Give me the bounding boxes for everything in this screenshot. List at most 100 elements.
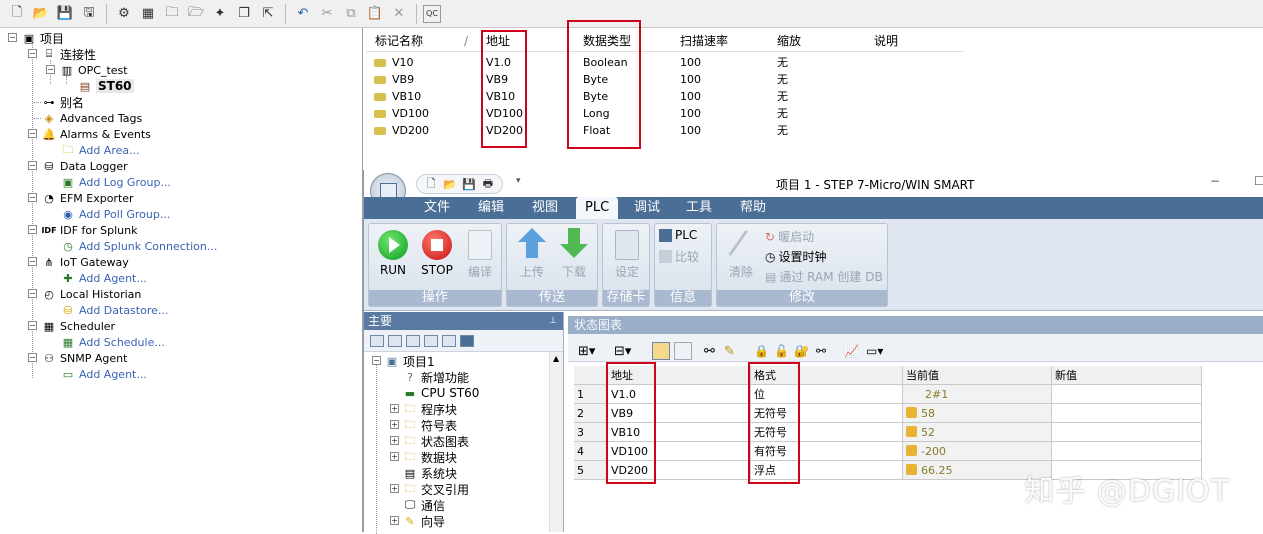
- tree-item-add-datastore[interactable]: ⛁ Add Datastore...: [60, 302, 168, 318]
- lock-icon[interactable]: 🔒: [754, 344, 769, 358]
- delete-row-icon[interactable]: ⊟▾: [614, 344, 631, 359]
- table-row[interactable]: VB10 VB10 Byte 100 无: [374, 88, 964, 105]
- open-icon[interactable]: 📂: [30, 3, 52, 25]
- expand-toggle[interactable]: +: [390, 420, 399, 429]
- expand-toggle[interactable]: −: [372, 356, 381, 365]
- delete-icon[interactable]: ✕: [388, 3, 410, 25]
- minimize-icon[interactable]: −: [1210, 174, 1220, 188]
- tree-item-iot-gateway[interactable]: ⋔ IoT Gateway: [41, 254, 128, 270]
- view-icon[interactable]: [406, 334, 420, 347]
- tree-item-add-agent-iot[interactable]: ✚ Add Agent...: [60, 270, 146, 286]
- undo-icon[interactable]: ↶: [292, 3, 314, 25]
- nav-item-data-block[interactable]: 🗀 数据块: [402, 449, 458, 465]
- scroll-up-icon[interactable]: ▲: [553, 354, 559, 363]
- tab-debug[interactable]: 调试: [634, 197, 660, 219]
- new-value-cell[interactable]: [1052, 385, 1202, 404]
- cut-icon[interactable]: ✂: [316, 3, 338, 25]
- column-header-new-value[interactable]: 新值: [1052, 366, 1202, 385]
- nav-item-communication[interactable]: 🖵 通信: [402, 497, 445, 513]
- table-row[interactable]: VD100 VD100 Long 100 无: [374, 105, 964, 122]
- expand-toggle[interactable]: +: [390, 404, 399, 413]
- expand-toggle[interactable]: −: [28, 289, 37, 298]
- tab-plc[interactable]: PLC: [576, 197, 619, 219]
- expand-toggle[interactable]: −: [28, 321, 37, 330]
- pause-monitor-icon[interactable]: [674, 342, 692, 360]
- column-header-current-value[interactable]: 当前值: [903, 366, 1052, 385]
- expand-toggle[interactable]: −: [28, 193, 37, 202]
- save-icon[interactable]: 💾: [461, 176, 477, 192]
- table-row[interactable]: VB9 VB9 Byte 100 无: [374, 71, 964, 88]
- column-header-description[interactable]: 说明: [874, 30, 898, 52]
- tab-help[interactable]: 帮助: [740, 197, 766, 219]
- compile-button[interactable]: 编译: [461, 230, 499, 280]
- tree-item-add-splunk[interactable]: ◷ Add Splunk Connection...: [60, 238, 217, 254]
- view-icon[interactable]: [442, 334, 456, 347]
- quick-client-icon[interactable]: QC: [423, 4, 441, 23]
- scrollbar[interactable]: ▲: [549, 352, 563, 532]
- print-icon[interactable]: 🖶: [480, 176, 496, 192]
- run-button[interactable]: RUN: [375, 230, 411, 277]
- expand-toggle[interactable]: +: [390, 436, 399, 445]
- maximize-icon[interactable]: ☐: [1254, 174, 1263, 188]
- expand-toggle[interactable]: −: [28, 49, 37, 58]
- tab-edit[interactable]: 编辑: [478, 197, 504, 219]
- create-db-button[interactable]: ▤ 通过 RAM 创建 DB: [765, 268, 883, 285]
- tree-item-add-log-group[interactable]: ▣ Add Log Group...: [60, 174, 171, 190]
- nav-item-cross-reference[interactable]: 🗀 交叉引用: [402, 481, 470, 497]
- column-header-tag-name[interactable]: 标记名称: [375, 30, 423, 52]
- save-as-icon[interactable]: 🖫: [78, 3, 100, 25]
- new-value-cell[interactable]: [1052, 442, 1202, 461]
- stop-button[interactable]: STOP: [417, 230, 457, 277]
- nav-item-whats-new[interactable]: ? 新增功能: [402, 369, 469, 385]
- tree-item-add-agent-snmp[interactable]: ▭ Add Agent...: [60, 366, 147, 382]
- warm-start-button[interactable]: ↻ 暖启动: [765, 228, 814, 245]
- compare-button[interactable]: 比较: [659, 248, 699, 265]
- expand-toggle[interactable]: −: [28, 161, 37, 170]
- folder-icon[interactable]: 🗁: [185, 3, 207, 25]
- binoculars-icon[interactable]: ⚯: [704, 344, 715, 359]
- settings-gear-icon[interactable]: ⚙: [113, 3, 135, 25]
- tab-tools[interactable]: 工具: [686, 197, 712, 219]
- pencil-icon[interactable]: ✎: [724, 344, 735, 359]
- tree-item-efm-exporter[interactable]: ◔ EFM Exporter: [41, 190, 133, 206]
- tree-item-add-area[interactable]: 🗀 Add Area...: [60, 142, 140, 158]
- copy-icon[interactable]: ⧉: [340, 3, 362, 25]
- copy-doc-icon[interactable]: ❐: [233, 3, 255, 25]
- lock-all-icon[interactable]: 🔐: [794, 344, 809, 358]
- tree-item-device[interactable]: ▤ ST60: [77, 78, 134, 94]
- expand-toggle[interactable]: −: [28, 225, 37, 234]
- insert-icon[interactable]: ⊞▾: [578, 344, 595, 359]
- expand-toggle[interactable]: −: [28, 353, 37, 362]
- new-value-cell[interactable]: [1052, 423, 1202, 442]
- tree-item-snmp-agent[interactable]: ⚇ SNMP Agent: [41, 350, 127, 366]
- read-all-icon[interactable]: ⚯: [816, 344, 826, 358]
- column-header-scan-rate[interactable]: 扫描速率: [680, 30, 728, 52]
- quick-access-dropdown-icon[interactable]: ▾: [516, 176, 521, 186]
- download-button[interactable]: 下载: [555, 228, 593, 280]
- tree-item-idf-splunk[interactable]: IDF IDF for Splunk: [41, 222, 137, 238]
- view-icon[interactable]: [388, 334, 402, 347]
- open-icon[interactable]: 📂: [442, 176, 458, 192]
- expand-toggle[interactable]: −: [28, 129, 37, 138]
- plc-info-button[interactable]: PLC: [659, 228, 697, 242]
- new-icon[interactable]: 🗋: [423, 176, 439, 192]
- new-icon[interactable]: 🗋: [6, 3, 28, 25]
- table-row[interactable]: VD200 VD200 Float 100 无: [374, 122, 964, 139]
- settings-button[interactable]: 设定: [607, 230, 647, 280]
- tree-item-scheduler[interactable]: ▦ Scheduler: [41, 318, 115, 334]
- tree-item-channel[interactable]: ▥ OPC_test: [59, 62, 128, 78]
- clear-button[interactable]: 清除: [721, 229, 761, 280]
- grid-icon[interactable]: ▦: [137, 3, 159, 25]
- unlock-icon[interactable]: 🔓: [774, 344, 789, 358]
- table-row[interactable]: V10 V1.0 Boolean 100 无: [374, 54, 964, 71]
- set-clock-button[interactable]: ◷ 设置时钟: [765, 248, 827, 265]
- nav-item-project[interactable]: ▣ 项目1: [384, 353, 435, 369]
- export-icon[interactable]: ⇱: [257, 3, 279, 25]
- view-icon[interactable]: [460, 334, 474, 347]
- tree-item-connectivity[interactable]: ⌸ 连接性: [41, 46, 96, 62]
- view-icon[interactable]: [424, 334, 438, 347]
- nav-item-wizard[interactable]: ✎ 向导: [402, 513, 445, 529]
- tree-item-alarms-events[interactable]: 🔔 Alarms & Events: [41, 126, 151, 142]
- tag-dropdown-icon[interactable]: ▭▾: [866, 344, 883, 358]
- tab-file[interactable]: 文件: [424, 197, 450, 219]
